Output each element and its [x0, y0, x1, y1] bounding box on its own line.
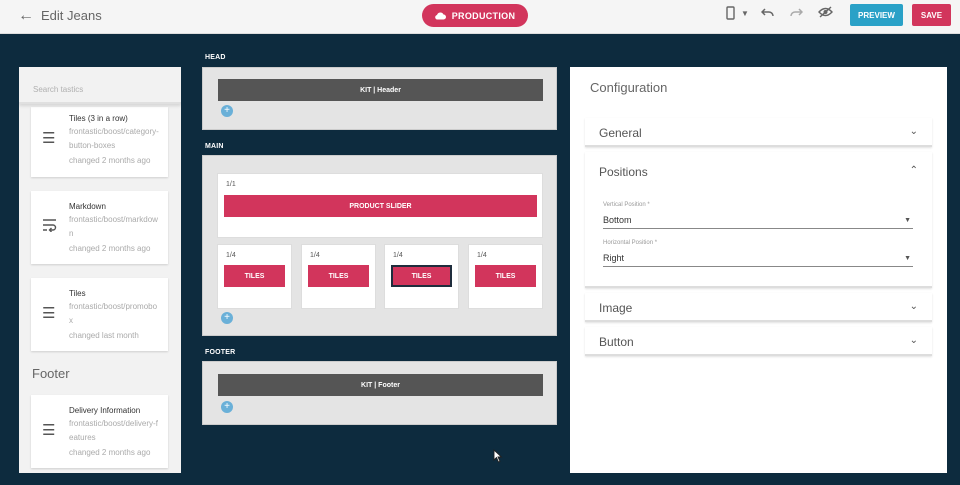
vertical-position-value: Bottom	[603, 215, 632, 225]
horizontal-position-value: Right	[603, 253, 625, 263]
tastic-card[interactable]: Markdown frontastic/boost/markdown chang…	[31, 191, 168, 264]
vertical-position-label: Vertical Position *	[603, 202, 650, 208]
tastic-path: frontastic/boost/delivery-features	[69, 419, 158, 442]
general-section[interactable]: General ⌄	[585, 118, 932, 147]
tastic-name: Tiles (3 in a row)	[69, 114, 128, 123]
tastic-sidebar: ☰ Tiles (3 in a row) frontastic/boost/ca…	[19, 67, 181, 473]
footer-region: KIT | Footer +	[202, 361, 557, 425]
add-cell-icon[interactable]: +	[221, 401, 233, 413]
general-section-title: General	[599, 126, 642, 140]
tastic-card[interactable]: ☰ Tiles frontastic/boost/promobox change…	[31, 278, 168, 351]
menu-lines-icon: ☰	[42, 422, 56, 439]
horizontal-position-select[interactable]: Right ▼	[603, 253, 913, 267]
tile-cell[interactable]: 1/4 TILES	[384, 244, 459, 309]
tile-cell[interactable]: 1/4 TILES	[301, 244, 376, 309]
menu-lines-icon: ☰	[42, 305, 56, 322]
add-cell-icon[interactable]: +	[221, 312, 233, 324]
configuration-title: Configuration	[590, 80, 668, 95]
vertical-position-select[interactable]: Bottom ▼	[603, 215, 913, 229]
tastic-name: Tiles	[69, 289, 86, 298]
redo-icon[interactable]	[790, 6, 804, 21]
chevron-down-icon: ⌄	[909, 301, 918, 312]
tastic-name: Delivery Information	[69, 406, 141, 415]
tile-cell[interactable]: 1/4 TILES	[468, 244, 543, 309]
chevron-up-icon: ⌃	[909, 165, 918, 176]
footer-kit[interactable]: KIT | Footer	[218, 374, 543, 396]
chevron-down-icon: ⌄	[909, 126, 918, 137]
image-section-title: Image	[599, 301, 633, 315]
environment-badge[interactable]: PRODUCTION	[422, 4, 528, 27]
search-input[interactable]	[33, 85, 173, 94]
tastic-path: frontastic/boost/promobox	[69, 302, 158, 325]
tastic-changed: changed 2 months ago	[69, 448, 151, 457]
positions-section-title: Positions	[599, 165, 648, 179]
head-region-label: HEAD	[205, 54, 226, 61]
header-kit[interactable]: KIT | Header	[218, 79, 543, 101]
caret-down-icon[interactable]: ▼	[741, 9, 749, 18]
slider-cell[interactable]: 1/1 PRODUCT SLIDER	[217, 173, 543, 238]
product-slider-tastic[interactable]: PRODUCT SLIDER	[224, 195, 537, 217]
cell-ratio: 1/4	[393, 252, 403, 259]
button-section-title: Button	[599, 335, 634, 349]
positions-section[interactable]: Positions ⌃ Vertical Position * Bottom ▼…	[585, 152, 932, 288]
image-section[interactable]: Image ⌄	[585, 293, 932, 322]
search-bar	[19, 67, 181, 104]
footer-region-label: FOOTER	[205, 349, 236, 356]
undo-icon[interactable]	[760, 6, 774, 21]
cloud-icon	[434, 12, 446, 20]
tiles-tastic[interactable]: TILES	[224, 265, 285, 287]
tile-cell[interactable]: 1/4 TILES	[217, 244, 292, 309]
head-region: KIT | Header +	[202, 67, 557, 130]
tiles-tastic[interactable]: TILES	[308, 265, 369, 287]
tastic-changed: changed last month	[69, 331, 139, 340]
tastic-path: frontastic/boost/category-button-boxes	[69, 127, 159, 150]
main-region: 1/1 PRODUCT SLIDER 1/4 TILES 1/4 TILES 1…	[202, 155, 557, 336]
mouse-cursor-icon	[493, 449, 503, 463]
cell-ratio: 1/4	[226, 252, 236, 259]
save-button[interactable]: SAVE	[912, 4, 951, 26]
tastic-card[interactable]: ☰ Tiles (3 in a row) frontastic/boost/ca…	[31, 107, 168, 177]
environment-label: PRODUCTION	[451, 10, 516, 21]
cell-ratio: 1/4	[310, 252, 320, 259]
tastic-card[interactable]: ☰ Delivery Information frontastic/boost/…	[31, 395, 168, 468]
mobile-device-icon[interactable]	[726, 6, 735, 23]
tastic-name: Markdown	[69, 202, 106, 211]
tastic-path: frontastic/boost/markdown	[69, 215, 158, 238]
tiles-tastic[interactable]: TILES	[475, 265, 536, 287]
footer-section-heading: Footer	[32, 366, 70, 381]
button-section[interactable]: Button ⌄	[585, 327, 932, 356]
main-region-label: MAIN	[205, 143, 224, 150]
top-bar: ← Edit Jeans PRODUCTION ▼ PREVIEW SAVE	[0, 0, 960, 34]
page-title: Edit Jeans	[41, 8, 102, 23]
preview-button[interactable]: PREVIEW	[850, 4, 903, 26]
add-cell-icon[interactable]: +	[221, 105, 233, 117]
tiles-tastic-selected[interactable]: TILES	[391, 265, 452, 287]
wrap-text-icon	[42, 218, 57, 236]
tastic-changed: changed 2 months ago	[69, 156, 151, 165]
menu-lines-icon: ☰	[42, 130, 56, 147]
chevron-down-icon: ⌄	[909, 335, 918, 346]
visibility-off-icon[interactable]	[818, 6, 833, 21]
cell-ratio: 1/1	[226, 181, 236, 188]
configuration-panel: Configuration General ⌄ Positions ⌃ Vert…	[570, 67, 947, 473]
tastic-changed: changed 2 months ago	[69, 244, 151, 253]
back-arrow-icon[interactable]: ←	[18, 7, 34, 25]
dropdown-arrow-icon: ▼	[904, 217, 911, 224]
horizontal-position-label: Horizontal Position *	[603, 240, 658, 246]
cell-ratio: 1/4	[477, 252, 487, 259]
dropdown-arrow-icon: ▼	[904, 255, 911, 262]
